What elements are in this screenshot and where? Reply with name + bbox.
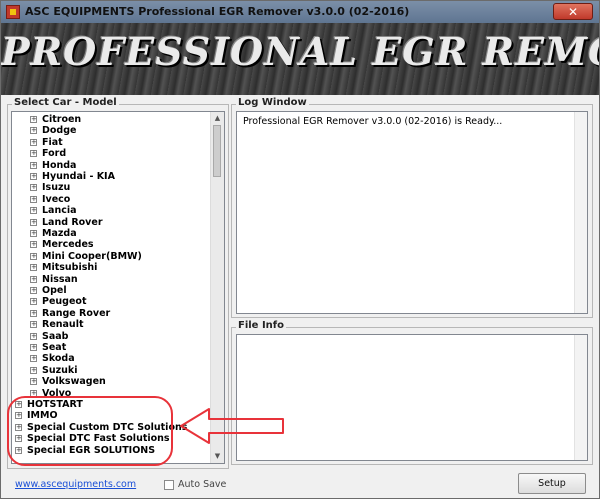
tree-item-car[interactable]: + Saab <box>30 331 68 342</box>
tree-item-car[interactable]: + Seat <box>30 342 66 353</box>
tree-item-label: Renault <box>42 319 84 331</box>
tree-item-car[interactable]: + Opel <box>30 285 67 296</box>
auto-save-label: Auto Save <box>178 479 227 490</box>
tree-item-label: Saab <box>42 330 69 342</box>
tree-item-label: Honda <box>42 159 77 171</box>
expand-icon[interactable]: + <box>30 161 37 169</box>
tree-item-label: Land Rover <box>42 216 103 228</box>
tree-item-label: Mercedes <box>42 239 94 251</box>
tree-item-car[interactable]: + Range Rover <box>30 308 110 319</box>
tree-item-label: Dodge <box>42 125 77 137</box>
banner: PROFESSIONAL EGR REMOVER <box>1 23 599 95</box>
scroll-up-icon[interactable]: ▲ <box>212 113 223 124</box>
website-link[interactable]: www.ascequipments.com <box>15 479 136 490</box>
tree-item-label: Fiat <box>42 136 63 148</box>
file-info-scrollbar[interactable] <box>574 335 587 460</box>
tree-item-car[interactable]: + Nissan <box>30 274 78 285</box>
tree-item-car[interactable]: + Renault <box>30 319 84 330</box>
window-title: ASC EQUIPMENTS Professional EGR Remover … <box>25 5 410 18</box>
app-icon <box>6 5 20 19</box>
expand-icon[interactable]: + <box>30 321 37 329</box>
tree-item-label: Range Rover <box>42 307 111 319</box>
tree-item-label: Iveco <box>42 193 71 205</box>
scroll-thumb[interactable] <box>213 125 221 177</box>
banner-title: PROFESSIONAL EGR REMOVER <box>1 29 599 74</box>
tree-item-label: Peugeot <box>42 296 87 308</box>
tree-item-label: Mini Cooper(BMW) <box>42 250 142 262</box>
tree-item-car[interactable]: + Mercedes <box>30 239 94 250</box>
expand-icon[interactable]: + <box>30 332 37 340</box>
select-car-label: Select Car - Model <box>12 97 119 108</box>
expand-icon[interactable]: + <box>30 184 37 192</box>
expand-icon[interactable]: + <box>30 195 37 203</box>
tree-item-car[interactable]: + Fiat <box>30 137 63 148</box>
tree-item-car[interactable]: + Isuzu <box>30 182 70 193</box>
expand-icon[interactable]: + <box>30 150 37 158</box>
expand-icon[interactable]: + <box>30 116 37 123</box>
expand-icon[interactable]: + <box>30 252 37 260</box>
tree-item-car[interactable]: + Citroen <box>30 114 81 125</box>
app-window: ASC EQUIPMENTS Professional EGR Remover … <box>0 0 600 499</box>
expand-icon[interactable]: + <box>30 241 37 249</box>
tree-item-label: Citroen <box>42 114 82 125</box>
tree-item-car[interactable]: + Honda <box>30 160 76 171</box>
log-window-label: Log Window <box>236 97 309 108</box>
expand-icon[interactable]: + <box>30 275 37 283</box>
tree-item-car[interactable]: + Skoda <box>30 353 75 364</box>
tree-item-label: Ford <box>42 148 67 160</box>
annotation-oval <box>7 396 173 466</box>
log-scrollbar[interactable] <box>574 112 587 313</box>
tree-item-label: Volkswagen <box>42 376 106 388</box>
tree-item-label: Lancia <box>42 205 77 217</box>
expand-icon[interactable]: + <box>30 344 37 351</box>
tree-item-car[interactable]: + Ford <box>30 148 66 159</box>
tree-item-label: Hyundai - KIA <box>42 171 115 182</box>
expand-icon[interactable]: + <box>30 218 37 226</box>
expand-icon[interactable]: + <box>30 298 37 306</box>
tree-item-label: Skoda <box>42 353 75 365</box>
close-icon: ✕ <box>567 5 579 19</box>
expand-icon[interactable]: + <box>30 287 37 294</box>
tree-item-car[interactable]: + Dodge <box>30 125 76 136</box>
tree-item-car[interactable]: + Mazda <box>30 228 77 239</box>
tree-item-car[interactable]: + Iveco <box>30 194 70 205</box>
expand-icon[interactable]: + <box>30 173 37 180</box>
expand-icon[interactable]: + <box>30 378 37 386</box>
tree-item-car[interactable]: + Suzuki <box>30 365 77 376</box>
tree-item-car[interactable]: + Peugeot <box>30 296 86 307</box>
tree-item-label: Mitsubishi <box>42 262 98 274</box>
expand-icon[interactable]: + <box>30 230 37 237</box>
expand-icon[interactable]: + <box>30 127 37 135</box>
expand-icon[interactable]: + <box>30 207 37 215</box>
tree-item-label: Seat <box>42 342 67 353</box>
expand-icon[interactable]: + <box>30 355 37 363</box>
log-line: Professional EGR Remover v3.0.0 (02-2016… <box>243 116 503 127</box>
expand-icon[interactable]: + <box>30 366 37 374</box>
tree-item-car[interactable]: + Mini Cooper(BMW) <box>30 251 142 262</box>
file-info-label: File Info <box>236 320 287 331</box>
tree-item-car[interactable]: + Lancia <box>30 205 77 216</box>
expand-icon[interactable]: + <box>30 309 37 317</box>
auto-save-checkbox[interactable] <box>164 480 174 490</box>
tree-item-label: Isuzu <box>42 182 71 194</box>
expand-icon[interactable]: + <box>30 138 37 146</box>
tree-item-label: Nissan <box>42 273 78 285</box>
setup-button[interactable]: Setup <box>518 473 586 494</box>
tree-item-car[interactable]: + Volkswagen <box>30 376 106 387</box>
expand-icon[interactable]: + <box>30 264 37 272</box>
tree-item-car[interactable]: + Mitsubishi <box>30 262 97 273</box>
title-bar[interactable]: ASC EQUIPMENTS Professional EGR Remover … <box>1 1 599 23</box>
tree-item-label: Suzuki <box>42 364 78 376</box>
scroll-down-icon[interactable]: ▼ <box>212 451 223 462</box>
tree-item-car[interactable]: + Hyundai - KIA <box>30 171 115 182</box>
tree-item-label: Opel <box>42 285 67 296</box>
annotation-arrow-icon <box>180 408 284 444</box>
tree-item-label: Mazda <box>42 228 77 239</box>
close-button[interactable]: ✕ <box>553 3 593 20</box>
log-window-text[interactable]: Professional EGR Remover v3.0.0 (02-2016… <box>236 111 588 314</box>
tree-item-car[interactable]: + Land Rover <box>30 217 103 228</box>
